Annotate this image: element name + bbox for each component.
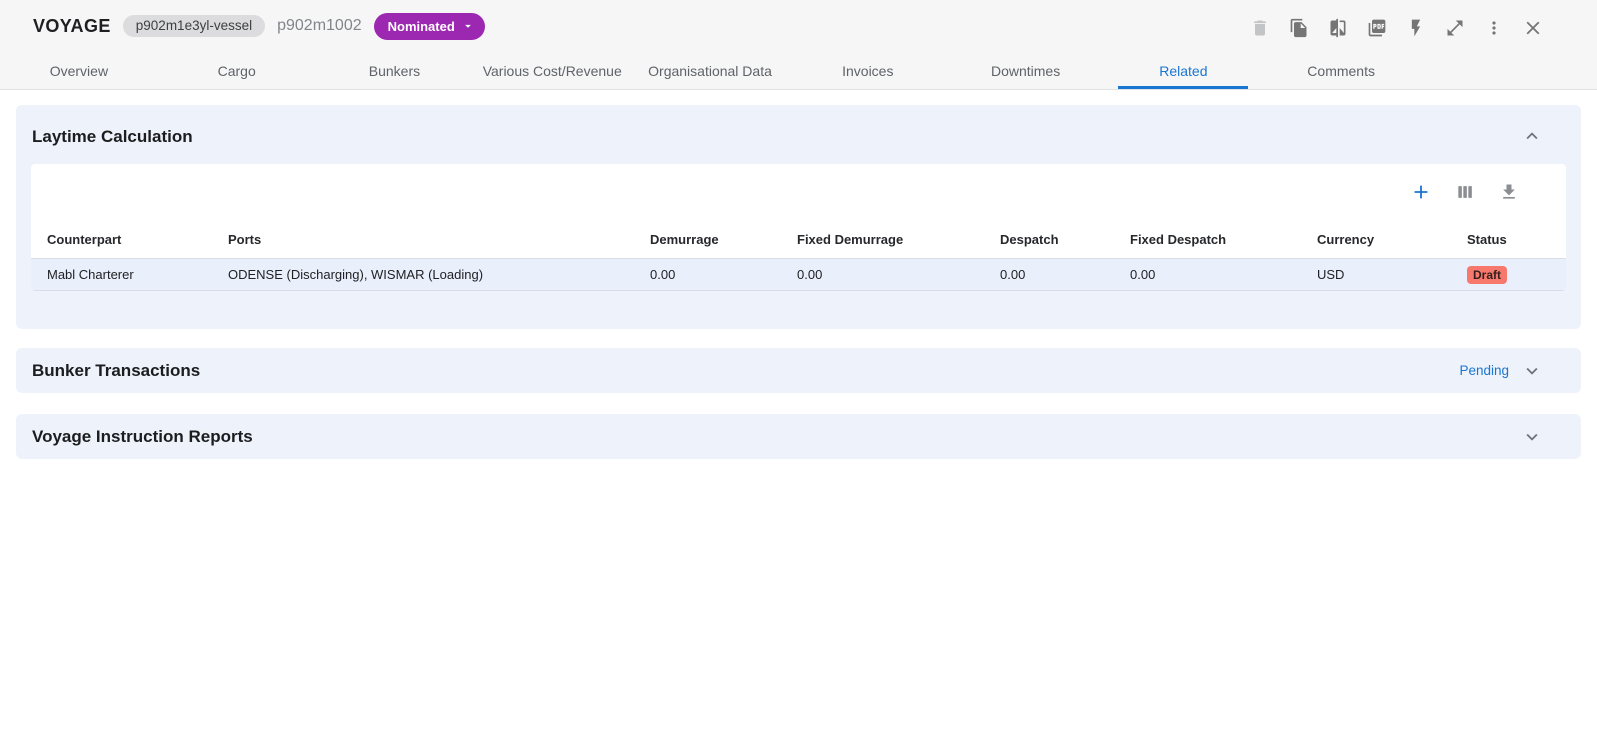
header-actions <box>1248 16 1545 40</box>
more-options-icon[interactable] <box>1482 16 1506 40</box>
chevron-down-icon[interactable] <box>1521 426 1543 448</box>
status-badge: Draft <box>1467 266 1507 284</box>
column-header-fixed-demurrage: Fixed Demurrage <box>797 232 1000 247</box>
tab-comments[interactable]: Comments <box>1262 52 1420 89</box>
column-header-fixed-despatch: Fixed Despatch <box>1130 232 1317 247</box>
column-header-status: Status <box>1467 232 1550 247</box>
voyage-tabs: Overview Cargo Bunkers Various Cost/Reve… <box>0 52 1420 89</box>
cell-counterpart: Mabl Charterer <box>47 267 228 282</box>
tab-various-cost-revenue[interactable]: Various Cost/Revenue <box>473 52 631 89</box>
tab-cargo[interactable]: Cargo <box>158 52 316 89</box>
columns-icon[interactable] <box>1454 181 1476 203</box>
bunker-pending-link[interactable]: Pending <box>1459 363 1509 378</box>
bunker-transactions-section: Bunker Transactions Pending <box>16 348 1581 393</box>
laytime-table-toolbar <box>31 164 1566 220</box>
chevron-up-icon[interactable] <box>1521 125 1543 147</box>
tab-bunkers[interactable]: Bunkers <box>316 52 474 89</box>
title-row: VOYAGE p902m1e3yl-vessel p902m1002 Nomin… <box>0 0 1597 52</box>
close-icon[interactable] <box>1521 16 1545 40</box>
laytime-table-card: Counterpart Ports Demurrage Fixed Demurr… <box>31 164 1566 291</box>
chevron-down-icon[interactable] <box>1521 360 1543 382</box>
voyage-instruction-reports-section: Voyage Instruction Reports <box>16 414 1581 459</box>
compare-icon[interactable] <box>1326 16 1350 40</box>
page-title: VOYAGE <box>33 16 111 37</box>
pdf-export-icon[interactable] <box>1365 16 1389 40</box>
laytime-section-title: Laytime Calculation <box>32 127 1565 147</box>
tab-overview[interactable]: Overview <box>0 52 158 89</box>
voyage-status-dropdown[interactable]: Nominated <box>374 13 485 40</box>
download-icon[interactable] <box>1498 181 1520 203</box>
vessel-tag-chip: p902m1e3yl-vessel <box>123 15 265 37</box>
delete-icon[interactable] <box>1248 16 1272 40</box>
cell-status: Draft <box>1467 266 1550 284</box>
cell-currency: USD <box>1317 267 1467 282</box>
tab-related[interactable]: Related <box>1104 52 1262 89</box>
bunker-transactions-title: Bunker Transactions <box>32 361 200 381</box>
related-tab-content: Laytime Calculation Counterpart Ports <box>0 90 1597 459</box>
tab-downtimes[interactable]: Downtimes <box>947 52 1105 89</box>
cell-fixed-despatch: 0.00 <box>1130 267 1317 282</box>
tab-invoices[interactable]: Invoices <box>789 52 947 89</box>
voyage-header: VOYAGE p902m1e3yl-vessel p902m1002 Nomin… <box>0 0 1597 90</box>
copy-icon[interactable] <box>1287 16 1311 40</box>
cell-demurrage: 0.00 <box>650 267 797 282</box>
add-icon[interactable] <box>1410 181 1432 203</box>
column-header-currency: Currency <box>1317 232 1467 247</box>
voyage-id: p902m1002 <box>277 17 362 35</box>
laytime-table-row[interactable]: Mabl Charterer ODENSE (Discharging), WIS… <box>31 259 1566 291</box>
cell-ports: ODENSE (Discharging), WISMAR (Loading) <box>228 267 650 282</box>
voyage-status-label: Nominated <box>388 19 455 34</box>
expand-icon[interactable] <box>1443 16 1467 40</box>
voyage-instruction-reports-title: Voyage Instruction Reports <box>32 427 253 447</box>
laytime-section-header: Laytime Calculation <box>16 105 1581 164</box>
tab-organisational-data[interactable]: Organisational Data <box>631 52 789 89</box>
laytime-table-header: Counterpart Ports Demurrage Fixed Demurr… <box>31 220 1566 259</box>
cell-fixed-demurrage: 0.00 <box>797 267 1000 282</box>
dropdown-caret-icon <box>461 19 475 33</box>
column-header-despatch: Despatch <box>1000 232 1130 247</box>
cell-despatch: 0.00 <box>1000 267 1130 282</box>
column-header-counterpart: Counterpart <box>47 232 228 247</box>
quick-actions-icon[interactable] <box>1404 16 1428 40</box>
laytime-calculation-section: Laytime Calculation Counterpart Ports <box>16 105 1581 329</box>
column-header-ports: Ports <box>228 232 650 247</box>
column-header-demurrage: Demurrage <box>650 232 797 247</box>
